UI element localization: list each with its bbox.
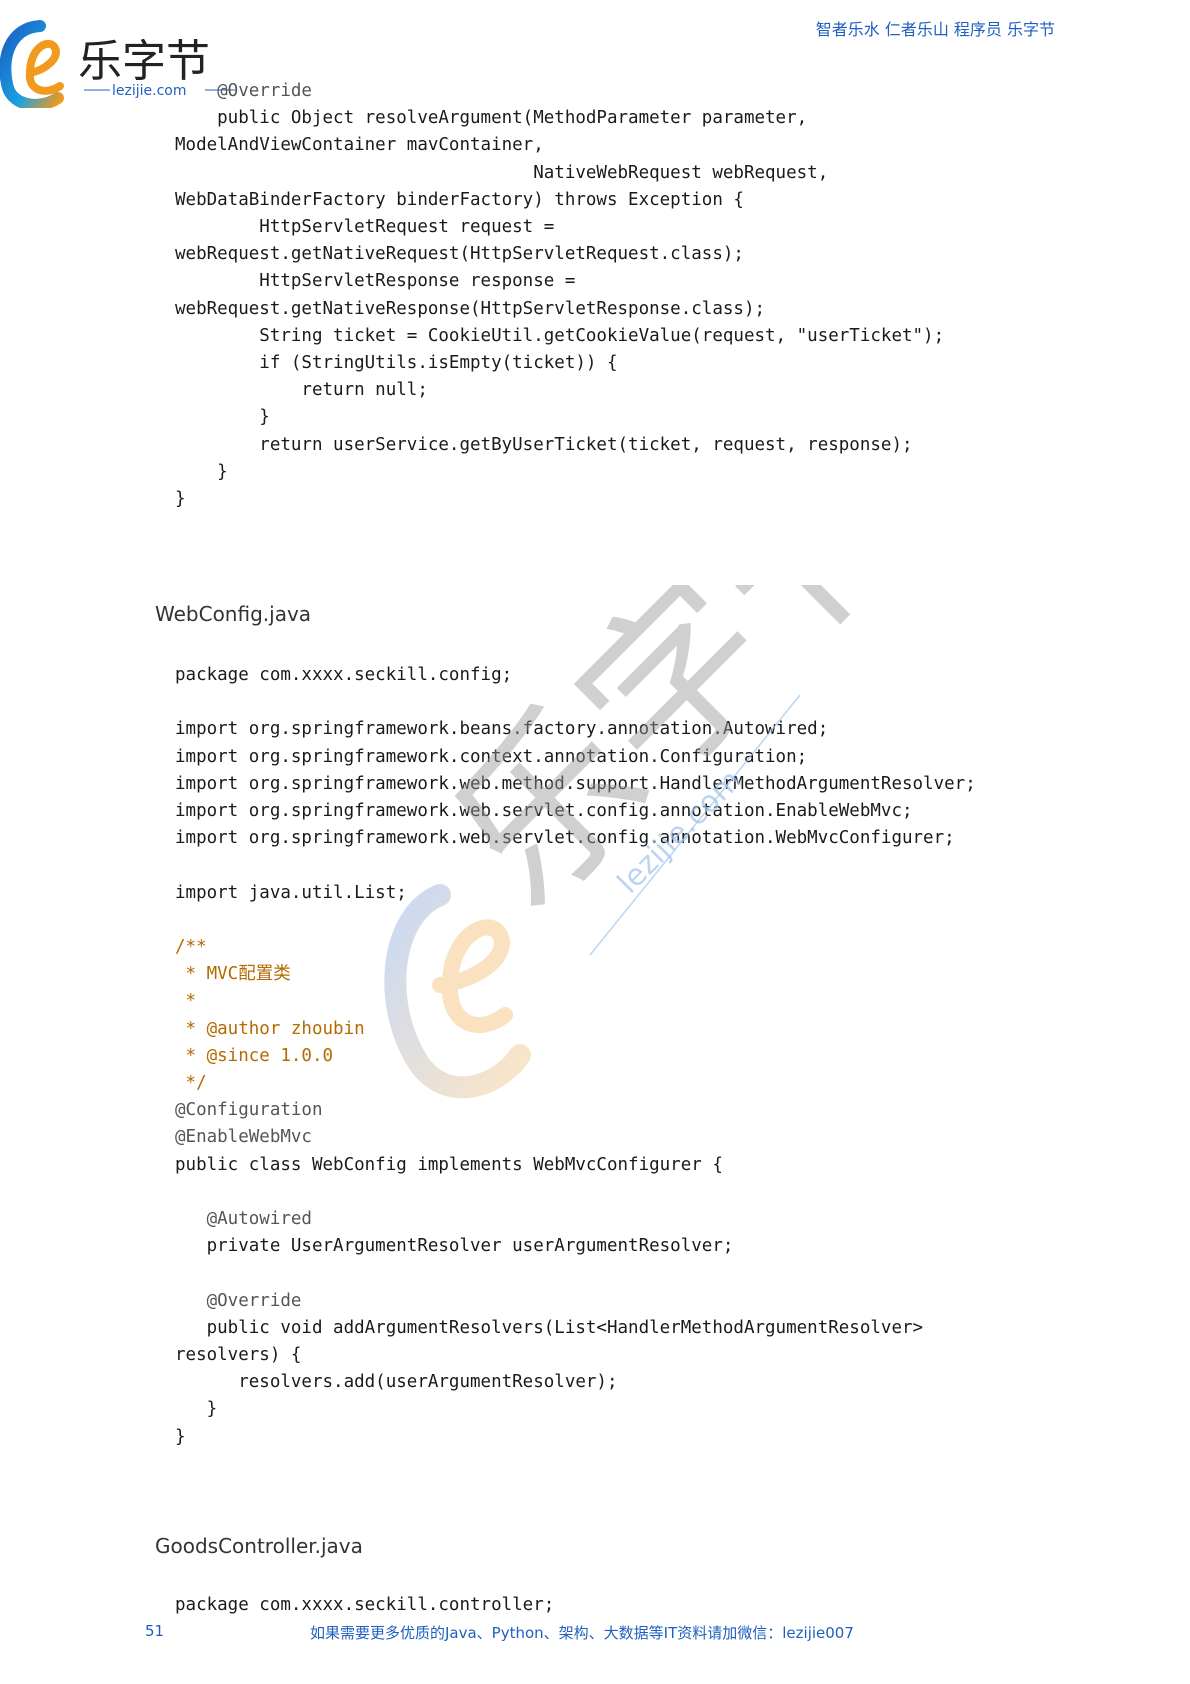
code-line: return null; xyxy=(175,380,428,401)
code-line: import org.springframework.web.method.su… xyxy=(175,773,976,794)
page-number: 51 xyxy=(145,1622,165,1640)
code-block-webconfig: package com.xxxx.seckill.config; import … xyxy=(175,662,976,1451)
code-comment: * xyxy=(175,991,197,1012)
code-block-resolver: @Override public Object resolveArgument(… xyxy=(175,78,944,513)
code-line: package com.xxxx.seckill.config; xyxy=(175,665,513,685)
code-line: } xyxy=(175,407,270,428)
code-line: } xyxy=(175,461,228,482)
code-comment: * @author zhoubin xyxy=(175,1018,365,1039)
code-line: import org.springframework.context.annot… xyxy=(175,746,808,767)
code-line: } xyxy=(175,489,186,510)
code-line: public class WebConfig implements WebMvc… xyxy=(175,1154,723,1175)
code-line: return userService.getByUserTicket(ticke… xyxy=(175,434,913,455)
code-line: import org.springframework.web.servlet.c… xyxy=(175,801,913,822)
code-line: resolvers) { xyxy=(175,1345,302,1366)
code-line: HttpServletRequest request = xyxy=(175,217,555,238)
code-comment: */ xyxy=(175,1073,207,1094)
code-annotation: @Autowired xyxy=(175,1209,312,1230)
code-line: public void addArgumentResolvers(List<Ha… xyxy=(175,1317,924,1338)
footer-note: 如果需要更多优质的Java、Python、架构、大数据等IT资料请加微信：lez… xyxy=(310,1624,854,1642)
file-heading-webconfig: WebConfig.java xyxy=(155,602,312,626)
code-line: import org.springframework.web.servlet.c… xyxy=(175,828,955,849)
code-annotation: @Configuration xyxy=(175,1100,323,1121)
code-line: resolvers.add(userArgumentResolver); xyxy=(175,1372,618,1393)
code-line: HttpServletResponse response = xyxy=(175,271,576,292)
code-line: @Override xyxy=(175,81,312,101)
code-annotation: @Override xyxy=(175,1290,302,1311)
code-line: WebDataBinderFactory binderFactory) thro… xyxy=(175,189,744,210)
code-line: } xyxy=(175,1399,218,1420)
file-heading-goodscontroller: GoodsController.java xyxy=(155,1534,363,1558)
code-line: webRequest.getNativeRequest(HttpServletR… xyxy=(175,244,744,265)
code-line: public Object resolveArgument(MethodPara… xyxy=(175,108,808,129)
code-line: String ticket = CookieUtil.getCookieValu… xyxy=(175,325,945,346)
code-line: package com.xxxx.seckill.controller; xyxy=(175,1595,555,1615)
code-block-goodscontroller: package com.xxxx.seckill.controller; xyxy=(175,1592,554,1619)
code-annotation: @EnableWebMvc xyxy=(175,1127,312,1148)
code-comment: * @since 1.0.0 xyxy=(175,1045,334,1066)
code-line: } xyxy=(175,1426,186,1447)
code-line: ModelAndViewContainer mavContainer, xyxy=(175,135,544,156)
header-slogan: 智者乐水 仁者乐山 程序员 乐字节 xyxy=(815,20,1055,39)
code-line: webRequest.getNativeResponse(HttpServlet… xyxy=(175,298,766,319)
code-comment: /** xyxy=(175,937,207,958)
code-line: private UserArgumentResolver userArgumen… xyxy=(175,1236,734,1257)
code-line: if (StringUtils.isEmpty(ticket)) { xyxy=(175,353,618,374)
code-line: import org.springframework.beans.factory… xyxy=(175,719,829,740)
code-line: NativeWebRequest webRequest, xyxy=(175,162,829,183)
code-comment: * MVC配置类 xyxy=(175,964,291,985)
code-line: import java.util.List; xyxy=(175,882,407,903)
